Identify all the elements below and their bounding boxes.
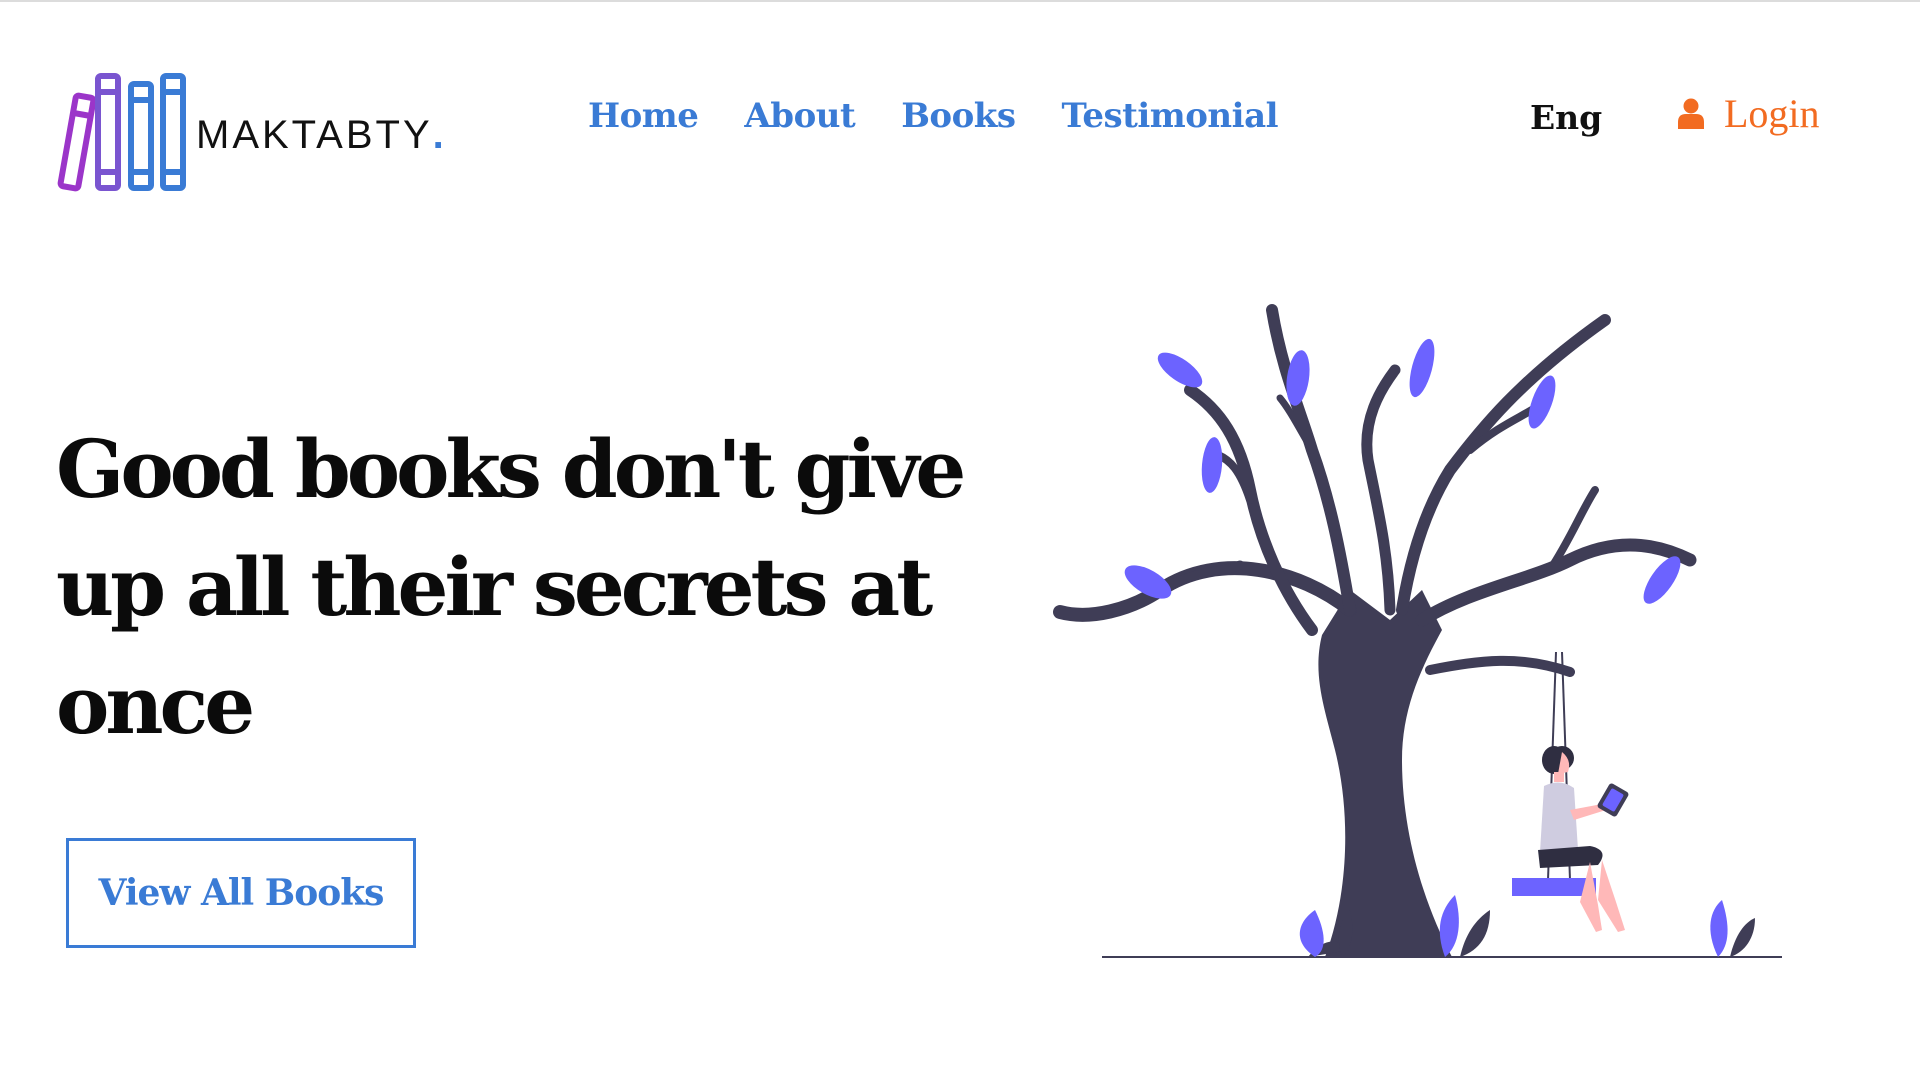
hero-heading: Good books don't give up all their secre…	[56, 422, 966, 752]
language-selector[interactable]: Eng	[1530, 98, 1602, 137]
brand-name: MAKTABTY.	[196, 113, 447, 157]
tree-trunk	[1318, 590, 1452, 957]
login-link[interactable]: Login	[1678, 90, 1820, 137]
nav-books[interactable]: Books	[901, 96, 1016, 136]
view-all-books-button[interactable]: View All Books	[66, 838, 416, 948]
user-icon	[1678, 98, 1704, 129]
books-logo-icon	[57, 73, 186, 192]
nav-testimonial[interactable]: Testimonial	[1061, 96, 1278, 136]
brand-dot: .	[432, 113, 447, 157]
top-border	[0, 0, 1920, 2]
brand-logo[interactable]: MAKTABTY.	[56, 66, 447, 196]
tree-swing-reading-illustration	[1053, 304, 1782, 958]
nav-about[interactable]: About	[744, 96, 855, 136]
main-nav: Home About Books Testimonial	[588, 96, 1279, 136]
nav-home[interactable]: Home	[588, 96, 699, 136]
login-label: Login	[1724, 91, 1820, 136]
